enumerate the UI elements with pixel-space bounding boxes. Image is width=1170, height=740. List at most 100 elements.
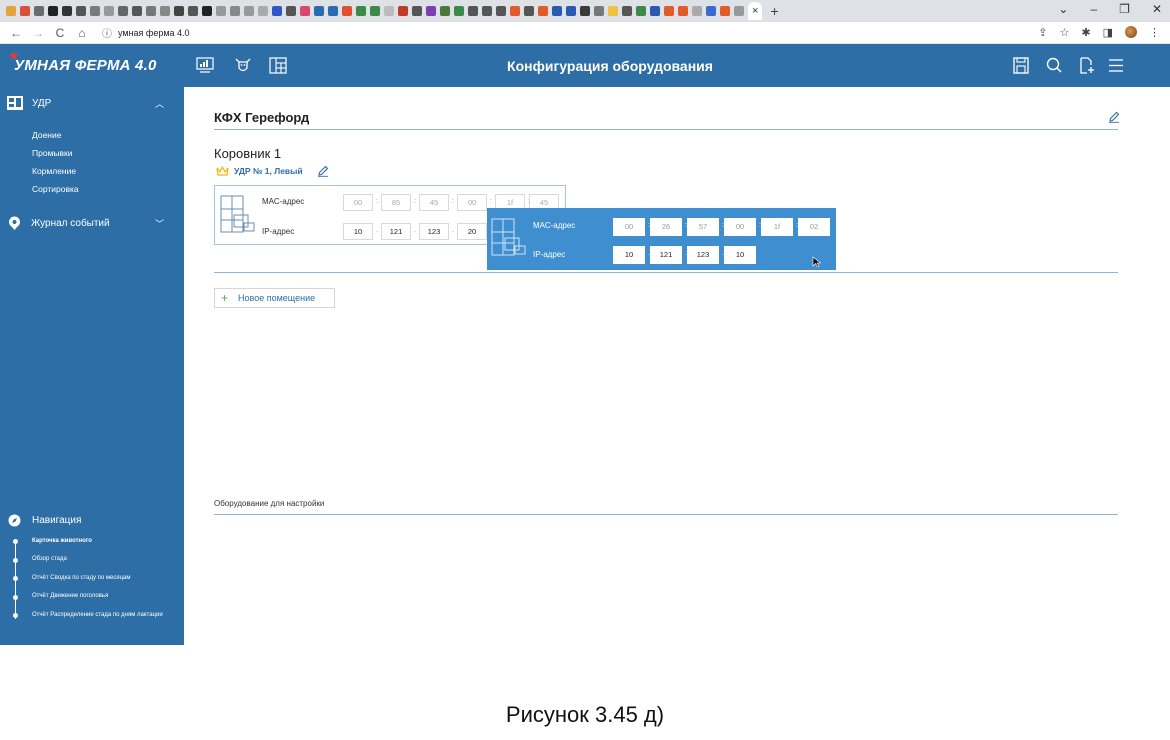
udr-label[interactable]: УДР № 1, Левый — [234, 166, 303, 176]
dragged-device-card[interactable]: МАС-адрес IP-адрес 00 : 26 : 57 : 00 : 1… — [487, 208, 836, 270]
side-panel-icon[interactable]: ◨ — [1103, 26, 1113, 39]
tab-favicon-icon[interactable] — [76, 6, 86, 16]
bookmark-star-icon[interactable]: ☆ — [1060, 26, 1070, 39]
tab-favicon-icon[interactable] — [314, 6, 324, 16]
close-window-button[interactable]: ✕ — [1152, 2, 1162, 16]
mac-octet-input[interactable]: 00 — [343, 194, 373, 211]
sidebar-item-sorting[interactable]: Сортировка — [32, 184, 79, 194]
tab-favicon-icon[interactable] — [188, 6, 198, 16]
tab-favicon-icon[interactable] — [440, 6, 450, 16]
tab-favicon-icon[interactable] — [272, 6, 282, 16]
edit-farm-icon[interactable] — [1108, 111, 1120, 123]
cow-icon[interactable] — [234, 57, 252, 74]
tab-favicon-icon[interactable] — [356, 6, 366, 16]
tab-favicon-icon[interactable] — [384, 6, 394, 16]
ip-octet-input[interactable]: 121 — [381, 223, 411, 240]
chevron-up-icon[interactable]: ︿ — [155, 97, 164, 110]
ip-octet-input[interactable]: 10 — [343, 223, 373, 240]
menu-icon[interactable] — [1107, 57, 1125, 74]
nav-item-lactation-distribution-report[interactable]: Отчёт Распределение стада по дням лактац… — [32, 612, 163, 618]
tab-favicon-icon[interactable] — [552, 6, 562, 16]
tab-favicon-icon[interactable] — [510, 6, 520, 16]
tab-favicon-icon[interactable] — [34, 6, 44, 16]
tab-favicon-icon[interactable] — [622, 6, 632, 16]
ip-octet-input[interactable]: 20 — [457, 223, 487, 240]
tab-favicon-icon[interactable] — [692, 6, 702, 16]
new-tab-button[interactable]: + — [770, 3, 778, 19]
sidebar-section-navigation[interactable]: Навигация — [8, 514, 192, 527]
nav-item-animal-card[interactable]: Карточка животного — [32, 538, 92, 544]
tab-favicon-icon[interactable] — [412, 6, 422, 16]
tab-favicon-icon[interactable] — [594, 6, 604, 16]
extensions-icon[interactable]: ✱ — [1081, 26, 1090, 39]
tab-favicon-icon[interactable] — [496, 6, 506, 16]
tab-favicon-icon[interactable] — [664, 6, 674, 16]
ip-octet-input[interactable]: 10 — [613, 246, 645, 264]
tab-favicon-icon[interactable] — [216, 6, 226, 16]
edit-udr-icon[interactable] — [317, 165, 329, 177]
tab-favicon-icon[interactable] — [286, 6, 296, 16]
reload-icon[interactable]: C — [54, 26, 66, 40]
tab-favicon-icon[interactable] — [538, 6, 548, 16]
tab-favicon-icon[interactable] — [146, 6, 156, 16]
app-logo[interactable]: УМНАЯ ФЕРМА 4.0 — [14, 57, 157, 74]
layout-grid-icon[interactable] — [269, 57, 287, 74]
nav-item-herd-overview[interactable]: Обзор стада — [32, 556, 67, 562]
ip-octet-input[interactable]: 121 — [650, 246, 682, 264]
tab-favicon-icon[interactable] — [90, 6, 100, 16]
tab-favicon-icon[interactable] — [160, 6, 170, 16]
sidebar-section-journal[interactable]: Журнал событий ﹀ — [8, 216, 192, 230]
browser-menu-icon[interactable]: ⋮ — [1149, 26, 1160, 39]
mac-octet-input[interactable]: 00 — [724, 218, 756, 236]
nav-item-livestock-movement-report[interactable]: Отчёт Движение поголовья — [32, 593, 108, 599]
mac-octet-input[interactable]: 02 — [798, 218, 830, 236]
mac-octet-input[interactable]: 45 — [419, 194, 449, 211]
mac-octet-input[interactable]: 1f — [761, 218, 793, 236]
ip-octet-input[interactable]: 123 — [687, 246, 719, 264]
search-icon[interactable] — [1045, 57, 1063, 74]
tab-favicon-icon[interactable] — [398, 6, 408, 16]
monitor-chart-icon[interactable] — [196, 57, 214, 74]
tab-favicon-icon[interactable] — [132, 6, 142, 16]
home-icon[interactable]: ⌂ — [76, 26, 88, 40]
restore-button[interactable]: ❐ — [1119, 2, 1130, 16]
profile-avatar[interactable] — [1125, 26, 1137, 38]
tab-favicon-icon[interactable] — [328, 6, 338, 16]
tab-favicon-icon[interactable] — [650, 6, 660, 16]
share-icon[interactable]: ⇪ — [1038, 26, 1047, 39]
tab-close-icon[interactable]: × — [752, 5, 758, 17]
ip-octet-input[interactable]: 123 — [419, 223, 449, 240]
sidebar-item-milking[interactable]: Доение — [32, 130, 61, 140]
tab-favicon-icon[interactable] — [118, 6, 128, 16]
mac-octet-input[interactable]: 00 — [457, 194, 487, 211]
tab-favicon-icon[interactable] — [734, 6, 744, 16]
tab-favicon-icon[interactable] — [230, 6, 240, 16]
url-field[interactable]: умная ферма 4.0 — [118, 28, 190, 38]
tab-favicon-icon[interactable] — [636, 6, 646, 16]
save-icon[interactable] — [1012, 57, 1030, 74]
ip-octet-input[interactable]: 10 — [724, 246, 756, 264]
tab-favicon-icon[interactable] — [706, 6, 716, 16]
forward-icon[interactable]: → — [32, 26, 44, 40]
minimize-button[interactable]: – — [1090, 2, 1097, 16]
tab-favicon-icon[interactable] — [258, 6, 268, 16]
tab-favicon-icon[interactable] — [342, 6, 352, 16]
tab-favicon-icon[interactable] — [174, 6, 184, 16]
sidebar-section-udr[interactable]: УДР ︿ — [6, 95, 190, 111]
tab-favicon-icon[interactable] — [608, 6, 618, 16]
tab-favicon-icon[interactable] — [720, 6, 730, 16]
tab-favicon-icon[interactable] — [678, 6, 688, 16]
tab-favicon-icon[interactable] — [6, 6, 16, 16]
tab-favicon-icon[interactable] — [104, 6, 114, 16]
nav-item-herd-summary-report[interactable]: Отчёт Сводка по стаду по месяцам — [32, 575, 131, 581]
tab-favicon-icon[interactable] — [62, 6, 72, 16]
tab-favicon-icon[interactable] — [468, 6, 478, 16]
mac-octet-input[interactable]: 00 — [613, 218, 645, 236]
tab-favicon-icon[interactable] — [566, 6, 576, 16]
tab-favicon-icon[interactable] — [300, 6, 310, 16]
tab-favicon-icon[interactable] — [426, 6, 436, 16]
tab-favicon-icon[interactable] — [370, 6, 380, 16]
sidebar-item-washing[interactable]: Промывки — [32, 148, 73, 158]
chevron-down-icon[interactable]: ﹀ — [155, 217, 164, 230]
active-tab[interactable]: × — [748, 2, 763, 20]
